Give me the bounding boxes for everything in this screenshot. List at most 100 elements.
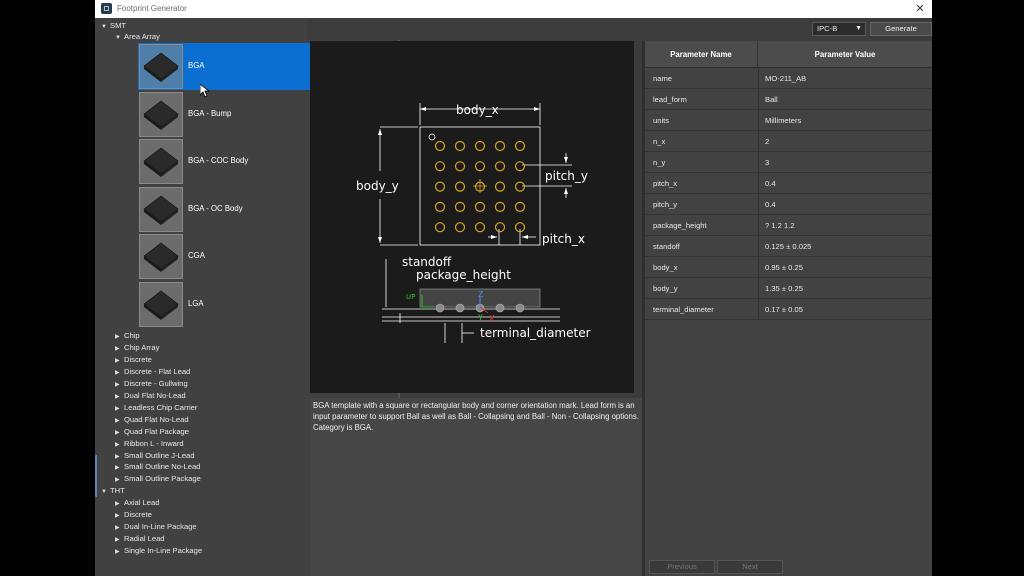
tree-item-discrete-gullwing[interactable]: ▶ Discrete - Gullwing <box>115 378 188 390</box>
generate-button[interactable]: Generate <box>870 22 932 36</box>
title-bar: Footprint Generator ✕ <box>95 0 932 18</box>
tree-item-axial-lead[interactable]: ▶ Axial Lead <box>115 497 159 509</box>
pad <box>494 181 506 192</box>
pad <box>454 222 466 233</box>
label-standoff: standoff <box>402 255 452 269</box>
param-row-lead-form[interactable]: lead_form Ball <box>645 89 932 110</box>
expanded-arrow-icon[interactable]: ▼ <box>101 486 110 498</box>
pad <box>514 161 526 172</box>
tile-label: BGA - COC Body <box>188 156 249 165</box>
param-value[interactable]: ? 1.2 1.2 <box>765 215 795 236</box>
pad <box>454 161 466 172</box>
pad <box>494 222 506 233</box>
param-name: name <box>653 74 672 83</box>
tree-item-radial-lead[interactable]: ▶ Radial Lead <box>115 533 165 545</box>
close-icon[interactable]: ✕ <box>912 1 928 17</box>
pad <box>494 140 506 152</box>
param-value[interactable]: 1.35 ± 0.25 <box>765 278 803 299</box>
param-row-standoff[interactable]: standoff 0.125 ± 0.025 <box>645 236 932 257</box>
param-name: pitch_x <box>653 179 678 188</box>
tree-item-quad-flat-no-lead[interactable]: ▶ Quad Flat No-Lead <box>115 414 189 426</box>
param-row-terminal-diameter[interactable]: terminal_diameter 0.17 ± 0.05 <box>645 299 932 320</box>
tree-item-discrete[interactable]: ▶ Discrete <box>115 354 152 366</box>
param-name: terminal_diameter <box>653 305 714 314</box>
param-value[interactable]: 0.4 <box>765 173 776 194</box>
chevron-down-icon[interactable]: ▼ <box>855 23 862 35</box>
tree-item-ribbon-l-inward[interactable]: ▶ Ribbon L - Inward <box>115 438 184 450</box>
label-body-x: body_x <box>456 103 499 117</box>
expanded-arrow-icon[interactable]: ▼ <box>115 32 124 44</box>
tree-item-dual-in-line-package[interactable]: ▶ Dual In-Line Package <box>115 521 197 533</box>
pad <box>434 161 446 172</box>
param-value[interactable]: Ball <box>765 89 778 110</box>
column-header-name[interactable]: Parameter Name <box>645 41 758 68</box>
pad <box>434 140 446 152</box>
orientation-mark <box>428 133 436 141</box>
pad <box>434 222 446 233</box>
param-value[interactable]: MO-211_AB <box>765 68 806 89</box>
next-button[interactable]: Next <box>717 560 783 574</box>
param-value[interactable]: 3 <box>765 152 769 173</box>
param-value[interactable]: 0.17 ± 0.05 <box>765 299 803 320</box>
tree-item-small-outline-j-lead[interactable]: ▶ Small Outline J-Lead <box>115 450 195 462</box>
tile-label: LGA <box>188 298 204 308</box>
param-row-body-x[interactable]: body_x 0.95 ± 0.25 <box>645 257 932 278</box>
param-row-n-x[interactable]: n_x 2 <box>645 131 932 152</box>
param-row-name[interactable]: name MO-211_AB <box>645 68 932 89</box>
param-row-package-height[interactable]: package_height ? 1.2 1.2 <box>645 215 932 236</box>
parameter-table: Parameter Name Parameter Value name MO-21… <box>645 41 932 576</box>
solder-ball <box>455 303 465 313</box>
param-value[interactable]: 2 <box>765 131 769 152</box>
tile-label: CGA <box>188 251 205 260</box>
package-thumbnail-icon <box>139 44 183 89</box>
label-terminal-diameter: terminal_diameter <box>480 326 591 340</box>
bga-diagram: body_x body_y pitch_y pitch_x standoff p… <box>356 103 591 343</box>
solder-ball <box>515 303 525 313</box>
tree-item-chip-array[interactable]: ▶ Chip Array <box>115 342 159 354</box>
previous-button[interactable]: Previous <box>649 560 715 574</box>
param-value[interactable]: 0.95 ± 0.25 <box>765 257 803 278</box>
package-thumbnail-icon <box>139 234 183 279</box>
tree-item-single-in-line-package[interactable]: ▶ Single In-Line Package <box>115 545 202 557</box>
expanded-arrow-icon[interactable]: ▼ <box>101 21 110 33</box>
param-row-n-y[interactable]: n_y 3 <box>645 152 932 173</box>
tree-item-small-outline-package[interactable]: ▶ Small Outline Package <box>115 473 201 485</box>
tree-item-small-outline-no-lead[interactable]: ▶ Small Outline No-Lead <box>115 461 200 473</box>
param-value[interactable]: 0.125 ± 0.025 <box>765 236 811 257</box>
tree-node-tht[interactable]: ▼ THT <box>101 485 125 497</box>
param-row-body-y[interactable]: body_y 1.35 ± 0.25 <box>645 278 932 299</box>
param-row-units[interactable]: units Millimeters <box>645 110 932 131</box>
param-name: units <box>653 116 670 125</box>
package-thumbnail-icon <box>139 281 183 327</box>
param-value[interactable]: 0.4 <box>765 194 776 215</box>
param-name: n_y <box>653 158 666 167</box>
pad <box>514 201 526 212</box>
column-header-value[interactable]: Parameter Value <box>758 41 932 68</box>
param-row-pitch-x[interactable]: pitch_x 0.4 <box>645 173 932 194</box>
standard-dropdown[interactable]: IPC-B ▼ <box>812 22 866 36</box>
pad <box>514 181 526 192</box>
param-name: body_x <box>653 263 678 272</box>
tree-node-area-array[interactable]: ▼ Area Array <box>115 31 160 43</box>
collapsed-arrow-icon[interactable]: ▶ <box>115 546 124 558</box>
pad <box>474 140 486 152</box>
package-thumbnail-icon <box>139 91 183 137</box>
axis-up-label: UP <box>406 293 415 301</box>
tile-label: BGA - Bump <box>188 108 232 118</box>
tree-item-dual-flat-no-lead[interactable]: ▶ Dual Flat No-Lead <box>115 390 186 402</box>
template-description: BGA template with a square or rectangula… <box>310 398 643 576</box>
tree-item-leadless-chip-carrier[interactable]: ▶ Leadless Chip Carrier <box>115 402 197 414</box>
param-value[interactable]: Millimeters <box>765 110 801 131</box>
label-pitch-x: pitch_x <box>542 232 585 246</box>
param-row-pitch-y[interactable]: pitch_y 0.4 <box>645 194 932 215</box>
tree-item-discrete-flat-lead[interactable]: ▶ Discrete - Flat Lead <box>115 366 190 378</box>
tree-item-chip[interactable]: ▶ Chip <box>115 330 140 342</box>
tree-item-discrete[interactable]: ▶ Discrete <box>115 509 152 521</box>
label-package-height: package_height <box>416 268 511 282</box>
toolbar: IPC-B ▼ Generate <box>307 18 932 40</box>
label-body-y: body_y <box>356 179 399 193</box>
description-text: BGA template with a square or rectangula… <box>313 401 639 432</box>
package-thumbnail-icon <box>139 139 183 184</box>
param-name: lead_form <box>653 95 687 104</box>
tree-item-quad-flat-package[interactable]: ▶ Quad Flat Package <box>115 426 189 438</box>
